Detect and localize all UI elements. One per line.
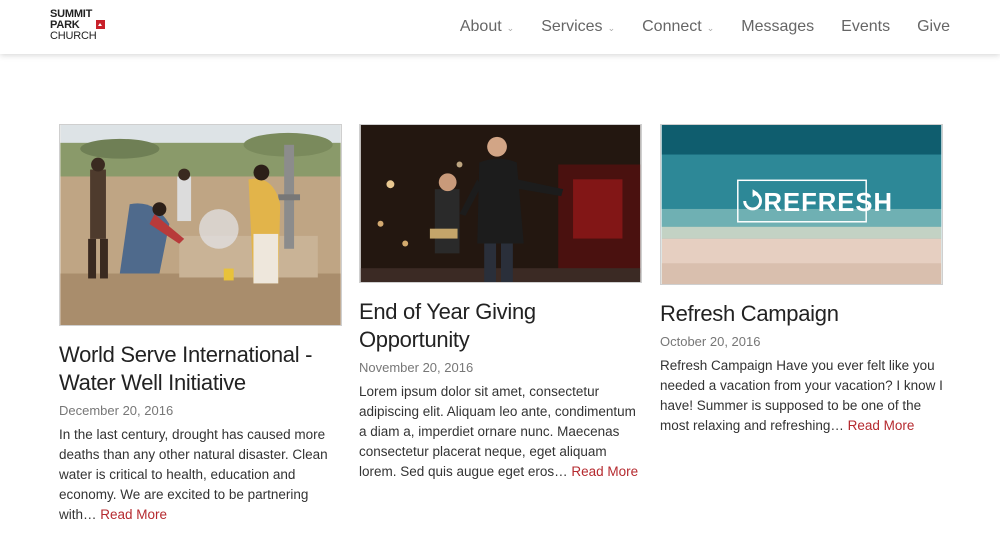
chevron-down-icon: ⌄ [706, 22, 715, 33]
logo-mountain-icon [96, 20, 105, 29]
nav-connect-label: Connect [642, 18, 702, 35]
chevron-down-icon: ⌄ [506, 22, 515, 33]
post-excerpt: In the last century, drought has caused … [59, 425, 342, 525]
refresh-logo-text: REFRESH [763, 189, 893, 217]
post-card-year-end-giving: End of Year Giving Opportunity November … [359, 124, 642, 482]
church-logo[interactable]: SUMMIT PARK CHURCH [50, 9, 110, 45]
nav-messages-label: Messages [741, 18, 815, 35]
post-card-refresh: REFRESH Refresh Campaign October 20, 201… [660, 124, 943, 436]
post-excerpt: Lorem ipsum dolor sit amet, consectetur … [359, 382, 642, 482]
nav-messages[interactable]: Messages [741, 18, 814, 36]
nav-give[interactable]: Give [917, 18, 950, 36]
post-date: November 20, 2016 [359, 360, 474, 375]
refresh-beach-photo[interactable]: REFRESH [660, 124, 943, 285]
site-header: SUMMIT PARK CHURCH About ⌄ Services ⌄ Co… [0, 0, 1000, 54]
nav-events[interactable]: Events [841, 18, 890, 36]
nav-give-label: Give [917, 18, 950, 35]
post-title[interactable]: World Serve International - Water Well I… [59, 341, 342, 397]
post-excerpt: Refresh Campaign Have you ever felt like… [660, 356, 943, 436]
post-title[interactable]: Refresh Campaign [660, 300, 943, 328]
read-more-link[interactable]: Read More [571, 464, 638, 479]
post-date: December 20, 2016 [59, 403, 174, 418]
read-more-link[interactable]: Read More [848, 418, 915, 433]
logo-line-3: CHURCH [50, 30, 97, 42]
nav-about[interactable]: About ⌄ [460, 18, 514, 36]
water-well-photo[interactable] [59, 124, 342, 326]
read-more-link[interactable]: Read More [100, 507, 167, 522]
post-title[interactable]: End of Year Giving Opportunity [359, 298, 642, 354]
nav-services-label: Services [541, 18, 603, 35]
nav-about-label: About [459, 18, 502, 35]
nav-connect[interactable]: Connect ⌄ [642, 18, 714, 36]
speaker-stage-photo[interactable] [359, 124, 642, 283]
chevron-down-icon: ⌄ [607, 22, 616, 33]
post-card-water-well: World Serve International - Water Well I… [59, 124, 342, 525]
nav-events-label: Events [841, 18, 891, 35]
main-nav: About ⌄ Services ⌄ Connect ⌄ Messages Ev… [433, 0, 950, 54]
post-date: October 20, 2016 [660, 334, 761, 349]
nav-services[interactable]: Services ⌄ [541, 18, 615, 36]
